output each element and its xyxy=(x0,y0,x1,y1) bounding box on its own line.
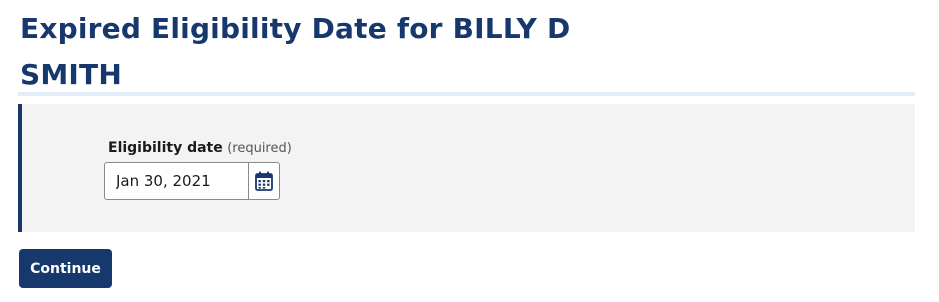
title-divider xyxy=(18,92,915,96)
eligibility-date-label: Eligibility date (required) xyxy=(108,140,292,156)
eligibility-date-label-text: Eligibility date xyxy=(108,140,223,156)
page: Expired Eligibility Date for BILLY D SMI… xyxy=(0,0,939,302)
continue-button[interactable]: Continue xyxy=(19,249,112,288)
eligibility-form-panel: Eligibility date (required) xyxy=(18,104,915,232)
eligibility-date-input[interactable] xyxy=(105,163,248,199)
page-title: Expired Eligibility Date for BILLY D SMI… xyxy=(20,12,571,91)
eligibility-date-picker xyxy=(104,162,280,200)
calendar-icon xyxy=(254,171,273,191)
calendar-button[interactable] xyxy=(247,163,279,199)
required-indicator: (required) xyxy=(227,141,292,156)
